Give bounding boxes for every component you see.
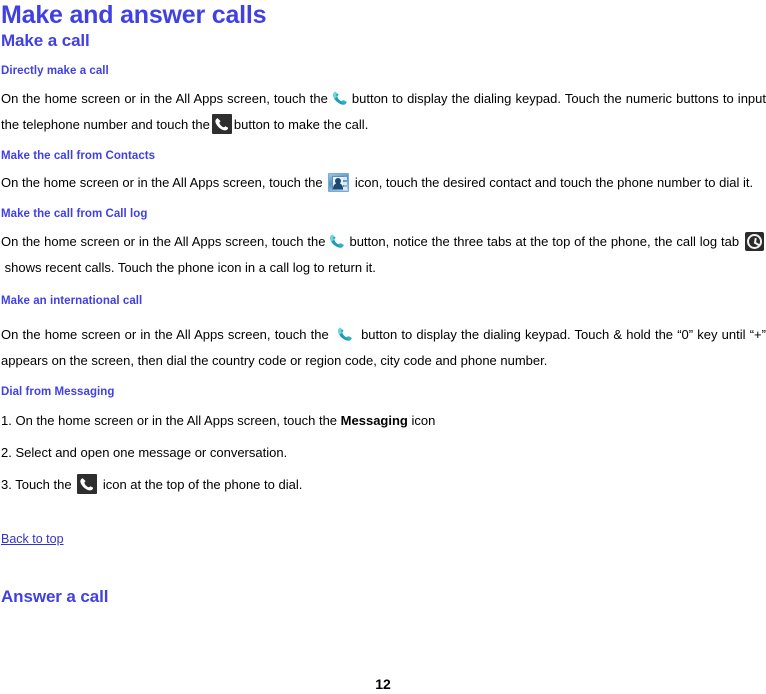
subheading-dial-from-messaging: Dial from Messaging <box>1 385 115 398</box>
phone-light-icon <box>334 323 355 344</box>
paragraph-make-call-from-call-log: On the home screen or in the All Apps sc… <box>1 229 766 281</box>
step-1: 1. On the home screen or in the All Apps… <box>1 408 766 434</box>
paragraph-text-part-b: icon, touch the desired contact and touc… <box>354 175 754 191</box>
page-title: Make and answer calls <box>1 1 267 29</box>
contacts-icon-tab <box>343 182 348 186</box>
section-title-make-a-call: Make a call <box>1 31 90 51</box>
phone-light-icon <box>329 87 350 108</box>
subheading-make-international-call: Make an international call <box>1 294 143 307</box>
paragraph-text-part-a: On the home screen or in the All Apps sc… <box>1 326 329 342</box>
paragraph-make-international-call: On the home screen or in the All Apps sc… <box>1 322 766 374</box>
page-content: Make and answer calls Make a call Direct… <box>0 0 766 607</box>
phone-dark-icon <box>77 474 98 495</box>
paragraph-text-part-a: On the home screen or in the All Apps sc… <box>1 233 326 249</box>
contacts-icon <box>328 173 350 193</box>
step-2: 2. Select and open one message or conver… <box>1 445 288 461</box>
contacts-icon-tab <box>343 177 348 181</box>
step-1-text-a: 1. On the home screen or in the All Apps… <box>1 413 338 429</box>
subheading-directly-make-a-call: Directly make a call <box>1 64 109 77</box>
document-page: Make and answer calls Make a call Direct… <box>0 0 766 694</box>
paragraph-text-part-b: button to display the dialing keypad. To… <box>361 326 674 342</box>
paragraph-text-part-c: button to make the call. <box>233 116 369 132</box>
step-1-text-b: icon <box>411 413 436 429</box>
page-number: 12 <box>375 676 391 692</box>
phone-light-icon <box>327 230 348 251</box>
subheading-make-call-from-call-log: Make the call from Call log <box>1 208 148 221</box>
phone-dark-icon <box>211 113 232 134</box>
paragraph-text-part-b: button, notice the three tabs at the top… <box>349 233 740 249</box>
paragraph-text-part-a: On the home screen or in the All Apps sc… <box>1 175 323 191</box>
step-3: 3. Touch the icon at the top of the phon… <box>1 472 766 498</box>
paragraph-make-call-from-contacts: On the home screen or in the All Apps sc… <box>1 170 766 196</box>
back-to-top-link[interactable]: Back to top <box>1 532 64 546</box>
paragraph-text-part-c: shows recent calls. Touch the phone icon… <box>4 259 376 275</box>
step-3-text-a: 3. Touch the <box>1 477 72 493</box>
messaging-label: Messaging <box>340 413 408 429</box>
contacts-icon-tab <box>343 187 348 191</box>
subheading-make-call-from-contacts: Make the call from Contacts <box>1 149 156 162</box>
clock-icon <box>744 231 764 251</box>
paragraph-text-part-a: On the home screen or in the All Apps sc… <box>1 90 328 106</box>
contacts-icon-body <box>333 183 344 190</box>
paragraph-directly-make-a-call: On the home screen or in the All Apps sc… <box>1 86 766 138</box>
step-3-text-b: icon at the top of the phone to dial. <box>102 477 303 493</box>
section-title-answer-a-call: Answer a call <box>1 587 109 607</box>
